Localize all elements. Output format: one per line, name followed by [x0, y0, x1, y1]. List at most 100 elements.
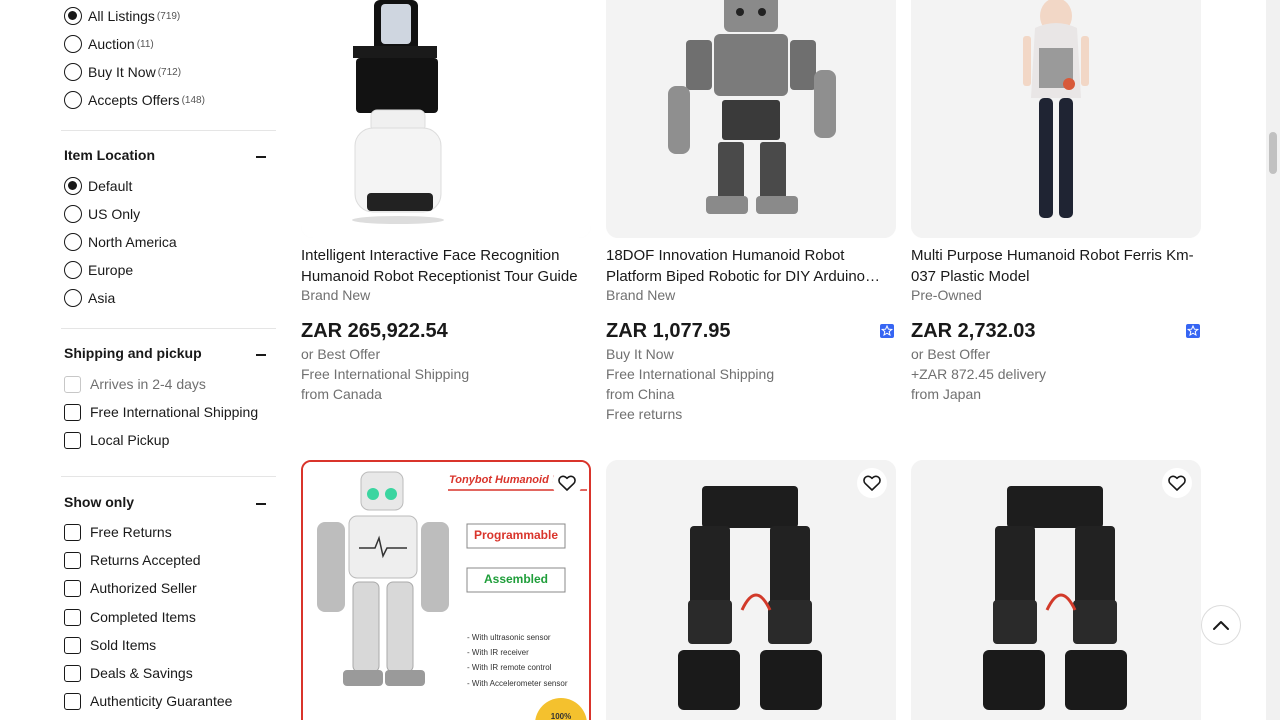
filter-sidebar: All Listings (719) Auction (11) Buy It N… [0, 0, 280, 720]
filter-accepts-offers[interactable]: Accepts Offers (148) [64, 90, 205, 110]
show-only-returns-accepted[interactable]: Returns Accepted [64, 550, 201, 570]
listing-condition: Brand New [301, 287, 371, 303]
listing-title[interactable]: 18DOF Innovation Humanoid Robot Platform… [606, 245, 896, 287]
radio-button[interactable] [64, 177, 82, 195]
radio-button[interactable] [64, 205, 82, 223]
filter-label: Free Returns [90, 524, 172, 540]
scrollbar-thumb[interactable] [1269, 132, 1277, 174]
show-only-authorized-seller[interactable]: Authorized Seller [64, 578, 197, 598]
listing-returns: Free returns [606, 406, 683, 422]
listing-image[interactable] [301, 0, 591, 238]
location-north-america[interactable]: North America [64, 232, 177, 252]
show-only-sold-items[interactable]: Sold Items [64, 635, 156, 655]
filter-label: Buy It Now [88, 64, 156, 80]
checkbox[interactable] [64, 431, 81, 449]
location-asia[interactable]: Asia [64, 288, 115, 308]
checkbox[interactable] [64, 579, 81, 597]
promo-tag-assembled: Assembled [483, 572, 549, 586]
show-only-authenticity-guarantee[interactable]: Authenticity Guarantee [64, 691, 232, 711]
listing-price: ZAR 1,077.95 [606, 320, 731, 342]
filter-label: Returns Accepted [90, 552, 201, 568]
checkbox[interactable] [64, 403, 81, 421]
radio-button[interactable] [64, 261, 82, 279]
watch-heart-icon[interactable] [857, 468, 887, 498]
filter-count: (719) [156, 10, 181, 22]
radio-button[interactable] [64, 289, 82, 307]
checkbox[interactable] [64, 608, 81, 626]
listing-image[interactable] [606, 460, 896, 720]
filter-label: Accepts Offers [88, 92, 180, 108]
shipping-arrives-2-4-days: Arrives in 2-4 days [64, 374, 206, 394]
section-title-item-location[interactable]: Item Location [64, 147, 155, 163]
filter-label: Arrives in 2-4 days [90, 376, 206, 392]
show-only-free-returns[interactable]: Free Returns [64, 522, 172, 542]
section-title-shipping[interactable]: Shipping and pickup [64, 345, 202, 361]
location-europe[interactable]: Europe [64, 260, 133, 280]
listing-shipping: Free International Shipping [606, 366, 775, 382]
watch-heart-icon[interactable] [552, 468, 582, 498]
checkbox [64, 375, 81, 393]
filter-buy-it-now[interactable]: Buy It Now (712) [64, 62, 181, 82]
collapse-icon[interactable] [256, 156, 266, 158]
top-rated-badge-icon [880, 324, 894, 338]
biped-robot-kit-image [911, 460, 1201, 720]
listing-image[interactable]: Tonybot Humanoid R Programmable Assemble… [301, 460, 591, 720]
radio-button[interactable] [64, 63, 82, 81]
scrollbar[interactable] [1266, 0, 1280, 720]
collapse-icon[interactable] [256, 503, 266, 505]
back-to-top-button[interactable] [1201, 605, 1241, 645]
filter-label: Local Pickup [90, 432, 170, 448]
shipping-free-international[interactable]: Free International Shipping [64, 402, 258, 422]
collapse-icon[interactable] [256, 354, 266, 356]
radio-button[interactable] [64, 91, 82, 109]
promo-feature: - With IR remote control [467, 663, 552, 672]
figure-model-image [911, 0, 1201, 238]
location-default[interactable]: Default [64, 176, 132, 196]
divider [61, 476, 276, 477]
location-us-only[interactable]: US Only [64, 204, 140, 224]
promo-feature: - With IR receiver [467, 648, 529, 657]
listing-buy-format: Buy It Now [606, 346, 674, 362]
listing-image[interactable] [911, 0, 1201, 238]
checkbox[interactable] [64, 523, 81, 541]
filter-all-listings[interactable]: All Listings (719) [64, 6, 180, 26]
show-only-deals-savings[interactable]: Deals & Savings [64, 663, 193, 683]
biped-robot-kit-image [606, 460, 896, 720]
filter-count: (712) [157, 66, 182, 78]
promo-title: Tonybot Humanoid R [449, 474, 560, 486]
filter-label: Authenticity Guarantee [90, 693, 233, 709]
listing-title[interactable]: Multi Purpose Humanoid Robot Ferris Km-0… [911, 245, 1201, 287]
receptionist-robot-image [301, 0, 591, 238]
listing-location: from Japan [911, 386, 982, 402]
filter-label: Asia [88, 290, 116, 306]
radio-button[interactable] [64, 233, 82, 251]
radio-button[interactable] [64, 7, 82, 25]
listing-image[interactable] [911, 460, 1201, 720]
checkbox[interactable] [64, 692, 81, 710]
promo-feature: - With Accelerometer sensor [467, 679, 568, 688]
filter-label: North America [88, 234, 177, 250]
checkbox[interactable] [64, 664, 81, 682]
listing-offer: or Best Offer [911, 346, 991, 362]
checkbox[interactable] [64, 551, 81, 569]
divider [61, 328, 276, 329]
listing-location: from China [606, 386, 675, 402]
listing-location: from Canada [301, 386, 382, 402]
watch-heart-icon[interactable] [1162, 468, 1192, 498]
filter-auction[interactable]: Auction (11) [64, 34, 154, 54]
listing-delivery: +ZAR 872.45 delivery [911, 366, 1047, 382]
filter-label: Europe [88, 262, 134, 278]
filter-count: (148) [181, 94, 205, 106]
checkbox[interactable] [64, 636, 81, 654]
listing-image[interactable] [606, 0, 896, 238]
filter-label: Authorized Seller [90, 580, 197, 596]
section-title-show-only[interactable]: Show only [64, 494, 134, 510]
chevron-up-icon [1213, 621, 1229, 630]
divider [61, 130, 276, 131]
promo-tag-programmable: Programmable [473, 528, 559, 542]
listing-price: ZAR 2,732.03 [911, 320, 1036, 342]
show-only-completed-items[interactable]: Completed Items [64, 607, 196, 627]
radio-button[interactable] [64, 35, 82, 53]
shipping-local-pickup[interactable]: Local Pickup [64, 430, 169, 450]
listing-title[interactable]: Intelligent Interactive Face Recognition… [301, 245, 591, 287]
